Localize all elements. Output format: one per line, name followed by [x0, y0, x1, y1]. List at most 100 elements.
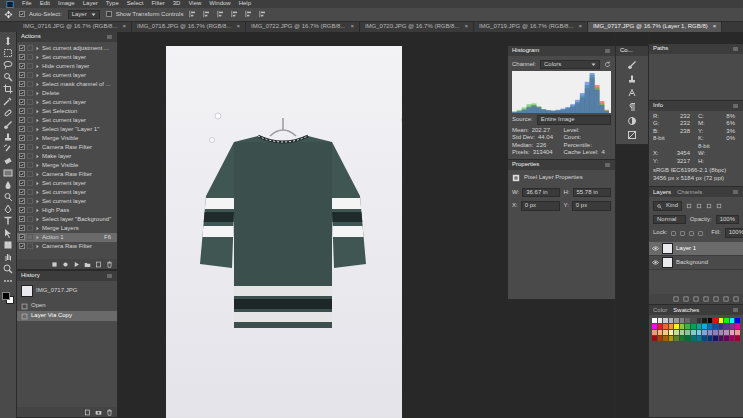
expand-arrow-icon[interactable] — [35, 172, 40, 177]
swatch[interactable] — [724, 336, 729, 341]
expand-arrow-icon[interactable] — [35, 100, 40, 105]
character-icon[interactable] — [627, 88, 637, 98]
swatch[interactable] — [680, 318, 685, 323]
action-row[interactable]: Delete — [17, 89, 117, 98]
swatches-panel-tab[interactable]: Color — [653, 307, 667, 315]
document-tab[interactable]: IMG_0719.JPG @ 16.7% (RGB/8...× — [474, 22, 588, 32]
path-select-icon[interactable] — [3, 228, 13, 238]
action-row[interactable]: Merge Visible — [17, 161, 117, 170]
swatch[interactable] — [730, 318, 735, 323]
swatch[interactable] — [691, 318, 696, 323]
swatch[interactable] — [697, 324, 702, 329]
swatch[interactable] — [652, 330, 657, 335]
swatch[interactable] — [674, 324, 679, 329]
record-icon[interactable] — [62, 261, 69, 268]
new-action-icon[interactable] — [95, 261, 102, 268]
action-row[interactable]: Set current layer — [17, 188, 117, 197]
swatch[interactable] — [663, 318, 668, 323]
action-row[interactable]: Camera Raw Filter — [17, 143, 117, 152]
action-row[interactable]: High Pass — [17, 206, 117, 215]
close-tab-button[interactable]: × — [122, 23, 126, 31]
panel-menu-icon[interactable] — [732, 103, 739, 109]
action-row[interactable]: Select mask channel of ... — [17, 80, 117, 89]
swatch[interactable] — [724, 324, 729, 329]
swatch[interactable] — [663, 324, 668, 329]
blur-tool-icon[interactable] — [3, 180, 13, 190]
swatch[interactable] — [674, 318, 679, 323]
dialog-toggle-box[interactable] — [27, 189, 33, 195]
close-tab-button[interactable]: × — [236, 23, 240, 31]
swatch[interactable] — [708, 330, 713, 335]
histogram-tab[interactable]: Histogram — [512, 47, 539, 55]
expand-arrow-icon[interactable] — [35, 181, 40, 186]
zoom-tool-icon[interactable] — [3, 264, 13, 274]
history-state[interactable]: Layer Via Copy — [17, 311, 117, 321]
ps-logo-icon[interactable] — [6, 1, 14, 8]
align-icon[interactable] — [217, 10, 225, 18]
auto-select-option[interactable]: Auto-Select: — [19, 11, 62, 19]
source-dropdown[interactable]: Entire Image — [537, 115, 611, 125]
history-snapshot[interactable]: IMG_0717.JPG — [17, 281, 117, 301]
action-row[interactable]: Camera Raw Filter — [17, 242, 117, 251]
swatch[interactable] — [669, 330, 674, 335]
menu-item[interactable]: Image — [58, 0, 75, 8]
swatch[interactable] — [691, 324, 696, 329]
document-tab[interactable]: IMG_0720.JPG @ 16.7% (RGB/8...× — [360, 22, 474, 32]
action-checkbox[interactable] — [19, 45, 25, 51]
action-row[interactable]: Set current layer — [17, 71, 117, 80]
dialog-toggle-box[interactable] — [27, 99, 33, 105]
layer-row[interactable]: Background — [649, 256, 743, 270]
healing-brush-icon[interactable] — [3, 108, 13, 118]
shirt-photo[interactable] — [166, 46, 402, 418]
mini-panel-tab[interactable]: Co... — [620, 47, 633, 55]
swatch[interactable] — [702, 336, 707, 341]
move-tool-icon[interactable] — [3, 36, 13, 46]
auto-select-checkbox[interactable] — [19, 11, 25, 17]
action-checkbox[interactable] — [19, 117, 25, 123]
close-tab-button[interactable]: × — [464, 23, 468, 31]
paragraph-icon[interactable] — [627, 102, 637, 112]
filter-kind-dropdown[interactable]: Kind — [653, 201, 682, 211]
swatch[interactable] — [685, 324, 690, 329]
eye-icon[interactable] — [652, 245, 659, 252]
swatch[interactable] — [685, 336, 690, 341]
action-checkbox[interactable] — [19, 171, 25, 177]
action-checkbox[interactable] — [19, 72, 25, 78]
action-row[interactable]: Select layer "Background" — [17, 215, 117, 224]
action-checkbox[interactable] — [19, 216, 25, 222]
menu-item[interactable]: Select — [127, 0, 144, 8]
swatch[interactable] — [669, 324, 674, 329]
action-checkbox[interactable] — [19, 144, 25, 150]
dialog-toggle-box[interactable] — [27, 207, 33, 213]
swatch[interactable] — [713, 318, 718, 323]
dialog-toggle-box[interactable] — [27, 45, 33, 51]
more-tools-icon[interactable] — [3, 276, 13, 286]
menu-item[interactable]: View — [188, 0, 201, 8]
action-row[interactable]: Set current layer — [17, 116, 117, 125]
lasso-tool-icon[interactable] — [3, 60, 13, 70]
adjust-icon[interactable] — [627, 116, 637, 126]
action-checkbox[interactable] — [19, 243, 25, 249]
panel-menu-icon[interactable] — [732, 46, 739, 52]
swatch[interactable] — [713, 330, 718, 335]
fill-input[interactable]: 100% — [725, 228, 743, 238]
swatch[interactable] — [680, 324, 685, 329]
expand-arrow-icon[interactable] — [35, 226, 40, 231]
group-icon[interactable] — [713, 296, 719, 302]
menu-item[interactable]: Help — [239, 0, 251, 8]
expand-arrow-icon[interactable] — [35, 217, 40, 222]
align-icon[interactable] — [245, 10, 253, 18]
fx-icon[interactable] — [683, 296, 689, 302]
action-checkbox[interactable] — [19, 198, 25, 204]
swatches-panel-tab[interactable]: Swatches — [673, 307, 699, 315]
panel-menu-icon[interactable] — [732, 307, 739, 313]
swatch[interactable] — [708, 336, 713, 341]
new-layer-icon[interactable] — [723, 296, 729, 302]
swatch[interactable] — [697, 318, 702, 323]
dialog-toggle-box[interactable] — [27, 216, 33, 222]
camera-icon[interactable] — [95, 409, 102, 416]
expand-arrow-icon[interactable] — [35, 145, 40, 150]
channel-dropdown[interactable]: Colors — [540, 60, 600, 70]
swatch[interactable] — [730, 324, 735, 329]
action-row[interactable]: Set Selection — [17, 107, 117, 116]
